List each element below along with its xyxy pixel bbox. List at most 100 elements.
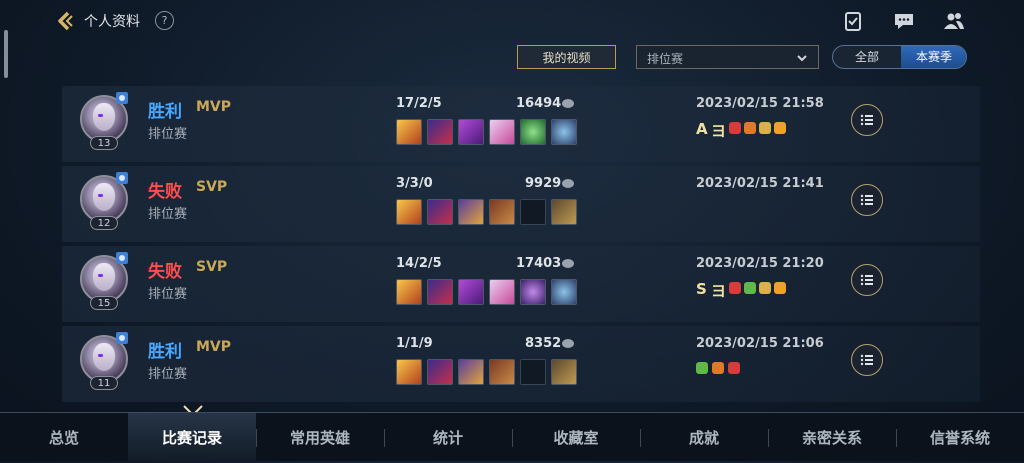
toggle-all[interactable]: 全部 [833,46,901,68]
match-time: 2023/02/15 21:41 [696,176,824,191]
score: 9929 [525,176,562,191]
team-badge-icon [116,92,128,104]
svp-tag: SVP [196,259,228,275]
empty-item-slot [520,199,546,225]
toggle-season[interactable]: 本赛季 [901,46,966,68]
match-mode: 排位赛 [148,127,188,142]
team-badge-icon [116,332,128,344]
medal-icon [744,282,756,294]
item-slot [396,359,422,385]
item-slot [427,359,453,385]
friends-icon[interactable] [943,10,965,32]
medal-icon [728,362,740,374]
list-icon [860,194,873,206]
mode-select[interactable]: 排位赛 [636,45,819,69]
tab-overview[interactable]: 总览 [0,413,128,461]
item-slot [458,279,484,305]
back-chevron-icon[interactable] [54,10,76,32]
chat-icon[interactable] [893,10,915,32]
match-detail-button[interactable] [851,104,883,136]
kda: 17/2/5 [396,96,442,111]
match-mode: 排位赛 [148,287,188,302]
item-slot [551,199,577,225]
item-slot [551,359,577,385]
coin-icon [562,339,574,348]
help-button[interactable]: ? [155,11,174,30]
svp-tag: SVP [196,179,228,195]
season-toggle[interactable]: 全部 本赛季 [832,45,967,69]
match-row[interactable]: 11 胜利 MVP 排位赛 1/1/9 8352 2023/02/15 21:0… [62,326,980,402]
match-detail-button[interactable] [851,264,883,296]
mvp-tag: MVP [196,339,232,355]
match-row[interactable]: 13 胜利 MVP 排位赛 17/2/5 16494 2023/02/15 21… [62,86,980,162]
match-mode: 排位赛 [148,367,188,382]
tab-stats[interactable]: 统计 [384,413,512,461]
hero-level: 15 [90,296,118,310]
hero-level: 11 [90,376,118,390]
tab-common-heroes[interactable]: 常用英雄 [256,413,384,461]
item-slot [427,199,453,225]
item-slot [489,279,515,305]
score: 17403 [516,256,562,271]
medal-icon [744,122,756,134]
streak-icon: ヨ [711,122,727,140]
item-slot [551,119,577,145]
list-icon [860,114,873,126]
score: 8352 [525,336,562,351]
hero-level: 13 [90,136,118,150]
item-slot [458,119,484,145]
empty-item-slot [520,359,546,385]
item-slot [551,279,577,305]
medal-icon [712,362,724,374]
hero-level: 12 [90,216,118,230]
match-row[interactable]: 12 失败 SVP 排位赛 3/3/0 9929 2023/02/15 21:4… [62,166,980,242]
tab-relationships[interactable]: 亲密关系 [768,413,896,461]
edge-handle [4,30,8,78]
item-slot [520,119,546,145]
checklist-icon[interactable] [842,10,864,32]
match-time: 2023/02/15 21:58 [696,96,824,111]
match-time: 2023/02/15 21:20 [696,256,824,271]
medal-icon [696,362,708,374]
item-slot [396,119,422,145]
kda: 1/1/9 [396,336,433,351]
coin-icon [562,179,574,188]
item-slot [427,279,453,305]
item-slot [458,359,484,385]
tab-achievements[interactable]: 成就 [640,413,768,461]
grade-label: S [696,280,707,298]
tab-match-history[interactable]: 比赛记录 [128,413,256,461]
medal-icon [759,122,771,134]
match-result: 失败 [148,182,182,202]
medal-icon [729,122,741,134]
team-badge-icon [116,172,128,184]
match-detail-button[interactable] [851,344,883,376]
match-row[interactable]: 15 失败 SVP 排位赛 14/2/5 17403 2023/02/15 21… [62,246,980,322]
team-badge-icon [116,252,128,264]
item-slot [396,279,422,305]
item-slot [458,199,484,225]
item-slot [396,199,422,225]
medal-icon [759,282,771,294]
kda: 14/2/5 [396,256,442,271]
bottom-nav: 总览 比赛记录 常用英雄 统计 收藏室 成就 亲密关系 信誉系统 [0,412,1024,461]
page-title: 个人资料 [84,14,140,30]
match-result: 失败 [148,262,182,282]
tab-collection[interactable]: 收藏室 [512,413,640,461]
mvp-tag: MVP [196,99,232,115]
mode-select-value: 排位赛 [647,52,684,66]
item-slot [489,119,515,145]
tab-credit-system[interactable]: 信誉系统 [896,413,1024,461]
grade-label: A [696,120,708,138]
streak-icon: ヨ [711,282,727,300]
match-detail-button[interactable] [851,184,883,216]
item-slot [427,119,453,145]
medal-icon [729,282,741,294]
item-slot [489,199,515,225]
list-icon [860,274,873,286]
chevron-down-icon [797,55,807,62]
match-time: 2023/02/15 21:06 [696,336,824,351]
match-mode: 排位赛 [148,207,188,222]
score: 16494 [516,96,562,111]
my-videos-button[interactable]: 我的视频 [517,45,616,69]
